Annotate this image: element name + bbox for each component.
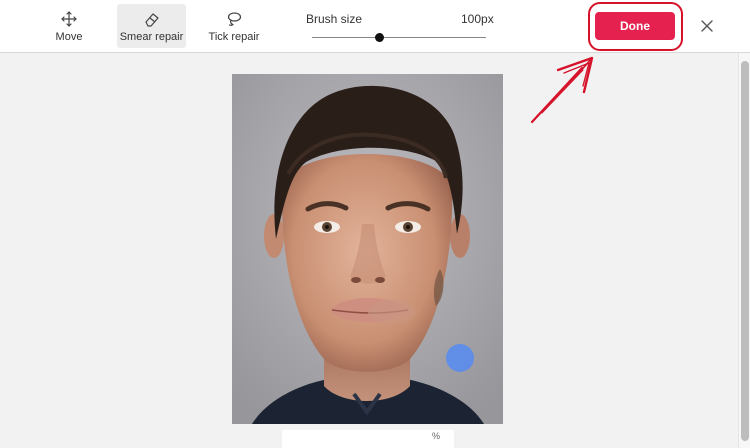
- vertical-scrollbar[interactable]: [738, 53, 750, 448]
- brush-cursor: [446, 344, 474, 372]
- red-arrow-annotation: [530, 56, 594, 124]
- eraser-icon: [144, 12, 159, 27]
- smear-repair-tool-label: Smear repair: [119, 30, 184, 43]
- zoom-percent-text: %: [431, 431, 440, 441]
- close-icon[interactable]: [696, 15, 718, 37]
- done-button[interactable]: Done: [595, 12, 675, 40]
- brush-size-value: 100px: [461, 12, 494, 26]
- brush-size-slider[interactable]: [312, 33, 486, 42]
- move-tool-button[interactable]: Move: [44, 4, 94, 48]
- brush-size-label: Brush size: [306, 12, 363, 26]
- scrollbar-thumb[interactable]: [741, 61, 749, 441]
- lasso-icon: [227, 11, 242, 26]
- editor-toolbar: Move Smear repair Tick repair Brush size…: [0, 0, 750, 53]
- move-tool-label: Move: [55, 30, 83, 43]
- zoom-bar: %: [282, 430, 454, 448]
- tick-repair-tool-button[interactable]: Tick repair: [203, 4, 265, 48]
- move-icon: [61, 10, 77, 27]
- smear-repair-tool-button[interactable]: Smear repair: [117, 4, 186, 48]
- tick-repair-tool-label: Tick repair: [208, 30, 260, 43]
- brush-size-slider-handle[interactable]: [375, 33, 385, 42]
